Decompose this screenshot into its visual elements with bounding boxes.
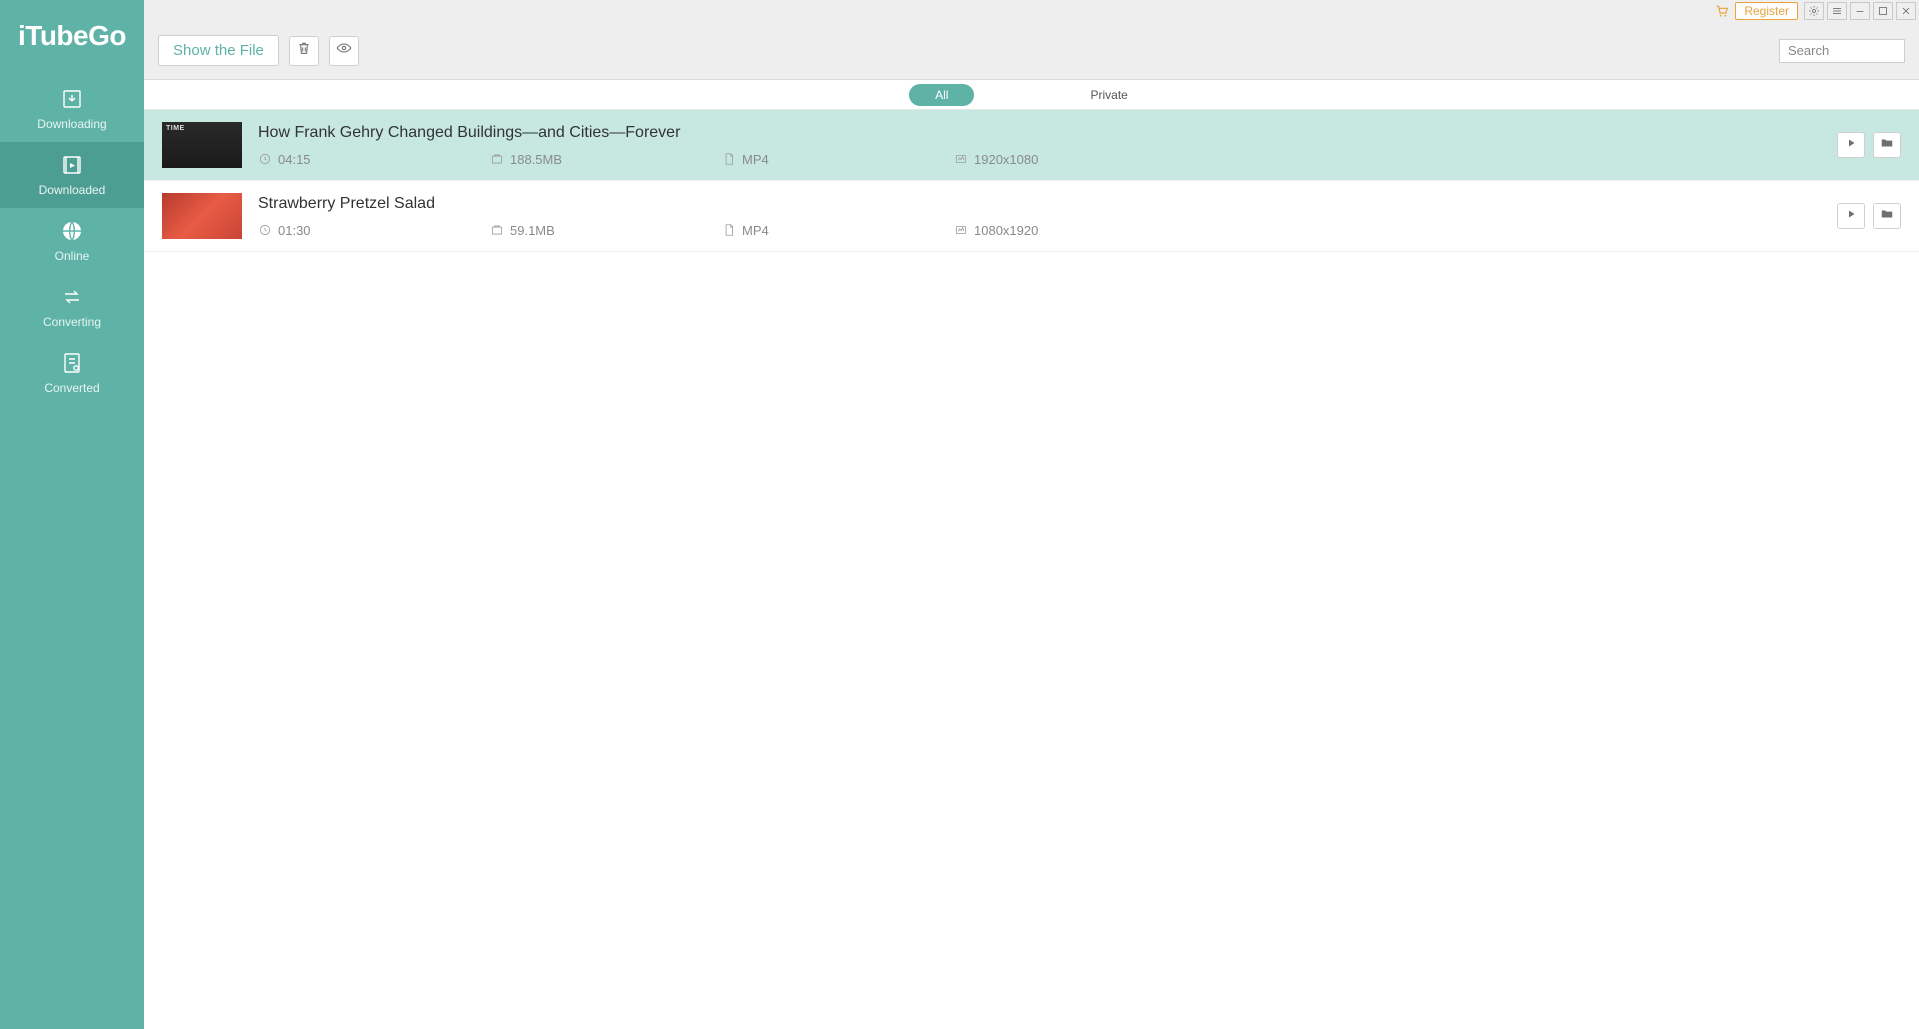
file-duration: 01:30 bbox=[278, 223, 311, 238]
file-row[interactable]: How Frank Gehry Changed Buildings—and Ci… bbox=[144, 110, 1919, 181]
folder-icon bbox=[1880, 136, 1894, 155]
app-logo: iTubeGo bbox=[0, 0, 144, 76]
sidebar-item-label: Downloading bbox=[37, 117, 106, 131]
sidebar-item-converting[interactable]: Converting bbox=[0, 274, 144, 340]
tab-all[interactable]: All bbox=[909, 84, 974, 106]
tab-private[interactable]: Private bbox=[1064, 84, 1153, 106]
file-resolution: 1920x1080 bbox=[974, 152, 1038, 167]
show-file-button[interactable]: Show the File bbox=[158, 35, 279, 66]
maximize-button[interactable] bbox=[1873, 2, 1893, 20]
window-titlebar: Register bbox=[144, 0, 1919, 22]
clock-icon bbox=[258, 223, 272, 237]
open-folder-button[interactable] bbox=[1873, 132, 1901, 158]
sidebar-item-downloaded[interactable]: Downloaded bbox=[0, 142, 144, 208]
file-thumbnail bbox=[162, 193, 242, 239]
converted-file-icon bbox=[60, 351, 84, 375]
preview-button[interactable] bbox=[329, 36, 359, 66]
sidebar-item-converted[interactable]: Converted bbox=[0, 340, 144, 406]
play-button[interactable] bbox=[1837, 203, 1865, 229]
file-format: MP4 bbox=[742, 223, 769, 238]
size-icon bbox=[490, 223, 504, 237]
cart-icon[interactable] bbox=[1714, 3, 1730, 19]
sidebar-item-downloading[interactable]: Downloading bbox=[0, 76, 144, 142]
sidebar-item-label: Converted bbox=[44, 381, 99, 395]
download-icon bbox=[60, 87, 84, 111]
open-folder-button[interactable] bbox=[1873, 203, 1901, 229]
file-size: 188.5MB bbox=[510, 152, 562, 167]
file-icon bbox=[722, 152, 736, 166]
delete-button[interactable] bbox=[289, 36, 319, 66]
file-format: MP4 bbox=[742, 152, 769, 167]
size-icon bbox=[490, 152, 504, 166]
file-thumbnail bbox=[162, 122, 242, 168]
file-duration: 04:15 bbox=[278, 152, 311, 167]
file-title: How Frank Gehry Changed Buildings—and Ci… bbox=[258, 124, 1821, 142]
trash-icon bbox=[296, 40, 312, 61]
search-input[interactable] bbox=[1779, 39, 1905, 63]
video-file-icon bbox=[60, 153, 84, 177]
resolution-icon bbox=[954, 152, 968, 166]
close-button[interactable] bbox=[1896, 2, 1916, 20]
play-icon bbox=[1845, 207, 1857, 225]
minimize-button[interactable] bbox=[1850, 2, 1870, 20]
convert-icon bbox=[60, 285, 84, 309]
toolbar: Show the File bbox=[144, 22, 1919, 80]
clock-icon bbox=[258, 152, 272, 166]
filter-tabs: All Private bbox=[144, 80, 1919, 110]
sidebar-item-label: Downloaded bbox=[39, 183, 106, 197]
sidebar-item-online[interactable]: Online bbox=[0, 208, 144, 274]
resolution-icon bbox=[954, 223, 968, 237]
sidebar: iTubeGo Downloading Downloaded Online Co… bbox=[0, 0, 144, 1029]
file-row[interactable]: Strawberry Pretzel Salad 01:30 59.1MB bbox=[144, 181, 1919, 252]
folder-icon bbox=[1880, 207, 1894, 226]
sidebar-item-label: Converting bbox=[43, 315, 101, 329]
file-size: 59.1MB bbox=[510, 223, 555, 238]
play-icon bbox=[1845, 136, 1857, 154]
register-button[interactable]: Register bbox=[1735, 2, 1798, 20]
file-resolution: 1080x1920 bbox=[974, 223, 1038, 238]
eye-icon bbox=[336, 40, 352, 61]
file-icon bbox=[722, 223, 736, 237]
sidebar-item-label: Online bbox=[55, 249, 90, 263]
menu-button[interactable] bbox=[1827, 2, 1847, 20]
file-list: How Frank Gehry Changed Buildings—and Ci… bbox=[144, 110, 1919, 1029]
play-button[interactable] bbox=[1837, 132, 1865, 158]
globe-icon bbox=[60, 219, 84, 243]
file-title: Strawberry Pretzel Salad bbox=[258, 195, 1821, 213]
settings-button[interactable] bbox=[1804, 2, 1824, 20]
main-area: Register Show the File bbox=[144, 0, 1919, 1029]
